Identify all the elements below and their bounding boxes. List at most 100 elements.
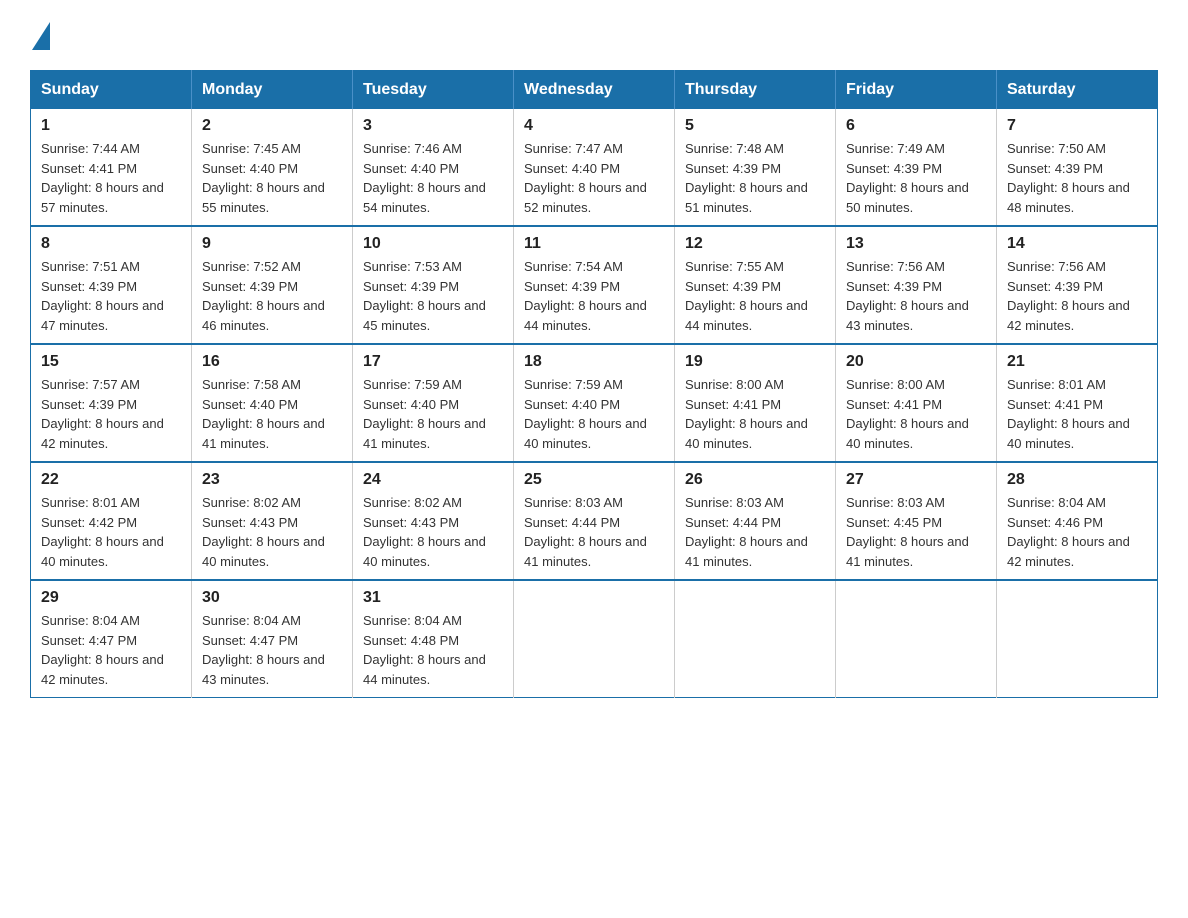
- day-info: Sunrise: 8:02 AMSunset: 4:43 PMDaylight:…: [363, 495, 486, 569]
- day-info: Sunrise: 7:52 AMSunset: 4:39 PMDaylight:…: [202, 259, 325, 333]
- day-number: 26: [685, 471, 825, 489]
- calendar-cell: 11 Sunrise: 7:54 AMSunset: 4:39 PMDaylig…: [514, 226, 675, 344]
- day-number: 3: [363, 117, 503, 135]
- day-number: 11: [524, 235, 664, 253]
- day-info: Sunrise: 8:04 AMSunset: 4:47 PMDaylight:…: [202, 613, 325, 687]
- day-number: 23: [202, 471, 342, 489]
- calendar-week-2: 8 Sunrise: 7:51 AMSunset: 4:39 PMDayligh…: [31, 226, 1158, 344]
- day-number: 19: [685, 353, 825, 371]
- day-info: Sunrise: 8:02 AMSunset: 4:43 PMDaylight:…: [202, 495, 325, 569]
- calendar-cell: 3 Sunrise: 7:46 AMSunset: 4:40 PMDayligh…: [353, 109, 514, 226]
- calendar-cell: 6 Sunrise: 7:49 AMSunset: 4:39 PMDayligh…: [836, 109, 997, 226]
- header-saturday: Saturday: [997, 71, 1158, 110]
- day-number: 16: [202, 353, 342, 371]
- header-wednesday: Wednesday: [514, 71, 675, 110]
- day-info: Sunrise: 8:04 AMSunset: 4:48 PMDaylight:…: [363, 613, 486, 687]
- day-number: 22: [41, 471, 181, 489]
- calendar-cell: 18 Sunrise: 7:59 AMSunset: 4:40 PMDaylig…: [514, 344, 675, 462]
- day-number: 13: [846, 235, 986, 253]
- day-number: 30: [202, 589, 342, 607]
- day-number: 20: [846, 353, 986, 371]
- calendar-cell: [997, 580, 1158, 698]
- calendar-cell: [675, 580, 836, 698]
- calendar-cell: 22 Sunrise: 8:01 AMSunset: 4:42 PMDaylig…: [31, 462, 192, 580]
- day-info: Sunrise: 7:56 AMSunset: 4:39 PMDaylight:…: [1007, 259, 1130, 333]
- day-info: Sunrise: 7:48 AMSunset: 4:39 PMDaylight:…: [685, 141, 808, 215]
- day-info: Sunrise: 8:04 AMSunset: 4:47 PMDaylight:…: [41, 613, 164, 687]
- day-info: Sunrise: 8:03 AMSunset: 4:44 PMDaylight:…: [685, 495, 808, 569]
- day-info: Sunrise: 7:59 AMSunset: 4:40 PMDaylight:…: [524, 377, 647, 451]
- day-number: 12: [685, 235, 825, 253]
- calendar-cell: 12 Sunrise: 7:55 AMSunset: 4:39 PMDaylig…: [675, 226, 836, 344]
- day-number: 25: [524, 471, 664, 489]
- calendar-cell: 23 Sunrise: 8:02 AMSunset: 4:43 PMDaylig…: [192, 462, 353, 580]
- calendar-header-row: SundayMondayTuesdayWednesdayThursdayFrid…: [31, 71, 1158, 110]
- day-number: 21: [1007, 353, 1147, 371]
- calendar-cell: 5 Sunrise: 7:48 AMSunset: 4:39 PMDayligh…: [675, 109, 836, 226]
- day-number: 2: [202, 117, 342, 135]
- day-info: Sunrise: 8:01 AMSunset: 4:41 PMDaylight:…: [1007, 377, 1130, 451]
- calendar-cell: 16 Sunrise: 7:58 AMSunset: 4:40 PMDaylig…: [192, 344, 353, 462]
- header-sunday: Sunday: [31, 71, 192, 110]
- day-number: 6: [846, 117, 986, 135]
- day-info: Sunrise: 8:03 AMSunset: 4:44 PMDaylight:…: [524, 495, 647, 569]
- day-info: Sunrise: 7:56 AMSunset: 4:39 PMDaylight:…: [846, 259, 969, 333]
- calendar-cell: 29 Sunrise: 8:04 AMSunset: 4:47 PMDaylig…: [31, 580, 192, 698]
- day-number: 7: [1007, 117, 1147, 135]
- header-friday: Friday: [836, 71, 997, 110]
- day-info: Sunrise: 7:55 AMSunset: 4:39 PMDaylight:…: [685, 259, 808, 333]
- day-info: Sunrise: 8:01 AMSunset: 4:42 PMDaylight:…: [41, 495, 164, 569]
- day-number: 4: [524, 117, 664, 135]
- day-number: 14: [1007, 235, 1147, 253]
- calendar-cell: 1 Sunrise: 7:44 AMSunset: 4:41 PMDayligh…: [31, 109, 192, 226]
- day-info: Sunrise: 7:59 AMSunset: 4:40 PMDaylight:…: [363, 377, 486, 451]
- calendar-table: SundayMondayTuesdayWednesdayThursdayFrid…: [30, 70, 1158, 698]
- day-number: 10: [363, 235, 503, 253]
- calendar-cell: [836, 580, 997, 698]
- day-number: 15: [41, 353, 181, 371]
- day-number: 8: [41, 235, 181, 253]
- day-info: Sunrise: 7:49 AMSunset: 4:39 PMDaylight:…: [846, 141, 969, 215]
- day-number: 5: [685, 117, 825, 135]
- calendar-cell: 27 Sunrise: 8:03 AMSunset: 4:45 PMDaylig…: [836, 462, 997, 580]
- day-number: 31: [363, 589, 503, 607]
- calendar-cell: 14 Sunrise: 7:56 AMSunset: 4:39 PMDaylig…: [997, 226, 1158, 344]
- calendar-cell: [514, 580, 675, 698]
- calendar-week-5: 29 Sunrise: 8:04 AMSunset: 4:47 PMDaylig…: [31, 580, 1158, 698]
- calendar-cell: 25 Sunrise: 8:03 AMSunset: 4:44 PMDaylig…: [514, 462, 675, 580]
- calendar-cell: 13 Sunrise: 7:56 AMSunset: 4:39 PMDaylig…: [836, 226, 997, 344]
- calendar-cell: 21 Sunrise: 8:01 AMSunset: 4:41 PMDaylig…: [997, 344, 1158, 462]
- calendar-week-3: 15 Sunrise: 7:57 AMSunset: 4:39 PMDaylig…: [31, 344, 1158, 462]
- calendar-cell: 15 Sunrise: 7:57 AMSunset: 4:39 PMDaylig…: [31, 344, 192, 462]
- day-info: Sunrise: 7:53 AMSunset: 4:39 PMDaylight:…: [363, 259, 486, 333]
- day-info: Sunrise: 7:50 AMSunset: 4:39 PMDaylight:…: [1007, 141, 1130, 215]
- calendar-cell: 24 Sunrise: 8:02 AMSunset: 4:43 PMDaylig…: [353, 462, 514, 580]
- day-info: Sunrise: 8:03 AMSunset: 4:45 PMDaylight:…: [846, 495, 969, 569]
- day-info: Sunrise: 7:45 AMSunset: 4:40 PMDaylight:…: [202, 141, 325, 215]
- day-info: Sunrise: 7:54 AMSunset: 4:39 PMDaylight:…: [524, 259, 647, 333]
- calendar-cell: 9 Sunrise: 7:52 AMSunset: 4:39 PMDayligh…: [192, 226, 353, 344]
- calendar-cell: 28 Sunrise: 8:04 AMSunset: 4:46 PMDaylig…: [997, 462, 1158, 580]
- calendar-cell: 17 Sunrise: 7:59 AMSunset: 4:40 PMDaylig…: [353, 344, 514, 462]
- day-number: 24: [363, 471, 503, 489]
- calendar-cell: 26 Sunrise: 8:03 AMSunset: 4:44 PMDaylig…: [675, 462, 836, 580]
- day-info: Sunrise: 7:44 AMSunset: 4:41 PMDaylight:…: [41, 141, 164, 215]
- day-info: Sunrise: 7:51 AMSunset: 4:39 PMDaylight:…: [41, 259, 164, 333]
- day-info: Sunrise: 7:47 AMSunset: 4:40 PMDaylight:…: [524, 141, 647, 215]
- day-number: 1: [41, 117, 181, 135]
- day-info: Sunrise: 8:00 AMSunset: 4:41 PMDaylight:…: [846, 377, 969, 451]
- logo-triangle-icon: [32, 22, 50, 50]
- day-number: 27: [846, 471, 986, 489]
- header-thursday: Thursday: [675, 71, 836, 110]
- page-header: [30, 20, 1158, 50]
- calendar-cell: 10 Sunrise: 7:53 AMSunset: 4:39 PMDaylig…: [353, 226, 514, 344]
- day-number: 9: [202, 235, 342, 253]
- day-info: Sunrise: 7:58 AMSunset: 4:40 PMDaylight:…: [202, 377, 325, 451]
- header-tuesday: Tuesday: [353, 71, 514, 110]
- calendar-cell: 2 Sunrise: 7:45 AMSunset: 4:40 PMDayligh…: [192, 109, 353, 226]
- day-info: Sunrise: 7:57 AMSunset: 4:39 PMDaylight:…: [41, 377, 164, 451]
- day-number: 29: [41, 589, 181, 607]
- calendar-cell: 30 Sunrise: 8:04 AMSunset: 4:47 PMDaylig…: [192, 580, 353, 698]
- day-number: 18: [524, 353, 664, 371]
- day-number: 17: [363, 353, 503, 371]
